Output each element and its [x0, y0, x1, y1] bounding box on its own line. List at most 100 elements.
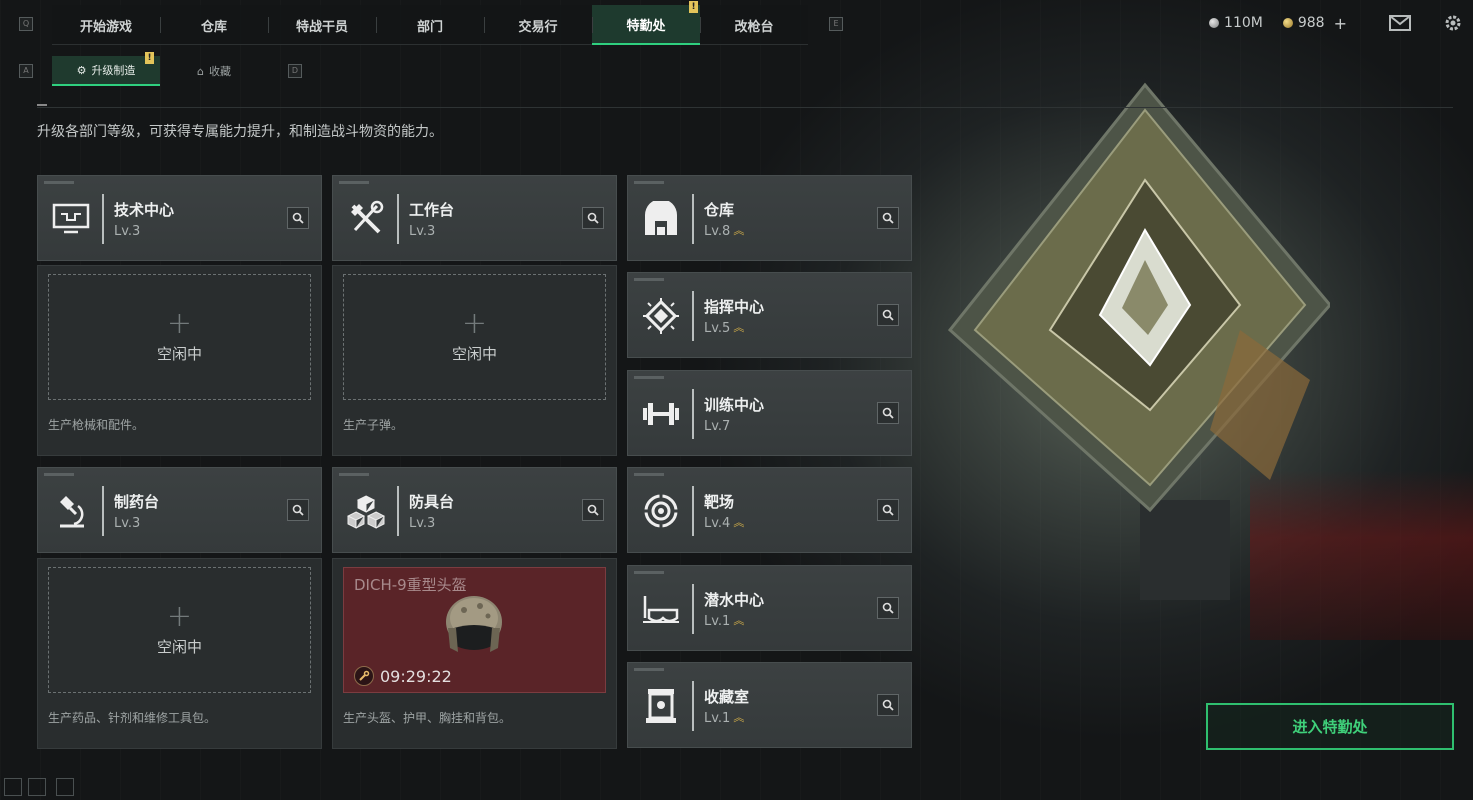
tab-department[interactable]: 部门	[376, 5, 484, 45]
gold-amount: 988	[1297, 15, 1325, 31]
dept-level-text: Lv.1	[704, 614, 731, 629]
dept-level-text: Lv.7	[704, 419, 731, 434]
dept-level-text: Lv.1	[704, 711, 731, 726]
dept-level-text: Lv.3	[409, 516, 436, 531]
dept-name: 收藏室	[704, 688, 750, 706]
bottom-square-1	[4, 778, 22, 796]
add-gold-button[interactable]: +	[1334, 14, 1347, 33]
silver-amount: 110M	[1224, 15, 1263, 31]
key-hint-e: E	[829, 17, 843, 31]
dept-name: 工作台	[409, 201, 455, 219]
production-desc: 生产枪械和配件。	[48, 418, 145, 432]
dept-card-warehouse[interactable]: 仓库 Lv.8 ︽	[627, 175, 912, 261]
tab-warehouse[interactable]: 仓库	[160, 5, 268, 45]
top-right-bar: 110M 988 +	[1209, 8, 1473, 38]
card-tag	[634, 376, 664, 379]
search-icon[interactable]	[877, 499, 899, 521]
sub-nav: ⚙ 升级制造 ! ⌂ 收藏	[52, 52, 268, 86]
target-icon	[640, 490, 682, 532]
idle-label: 空闲中	[451, 344, 497, 363]
subtab-label: 升级制造	[91, 64, 136, 77]
dept-name: 指挥中心	[704, 298, 765, 316]
idle-slot[interactable]: + 空闲中	[48, 567, 311, 693]
tab-label: 开始游戏	[79, 19, 132, 35]
card-separator	[102, 486, 104, 536]
plus-icon: +	[166, 598, 193, 634]
tools-icon	[345, 198, 387, 240]
upgrade-available-icon: ︽	[733, 223, 745, 237]
tab-label: 特勤处	[626, 18, 666, 34]
tab-start-game[interactable]: 开始游戏	[52, 5, 160, 45]
card-tag	[339, 181, 369, 184]
upgrade-available-icon: ︽	[733, 515, 745, 529]
diving-mask-icon	[640, 588, 682, 630]
settings-gear-icon[interactable]	[1443, 13, 1463, 33]
search-icon[interactable]	[582, 499, 604, 521]
notification-badge: !	[145, 52, 154, 64]
microscope-icon	[50, 490, 92, 532]
production-in-progress[interactable]: DICH-9重型头盔 09:29:22	[343, 567, 606, 693]
upgrade-available-icon: ︽	[733, 320, 745, 334]
plus-icon: +	[461, 305, 488, 341]
display-case-icon	[640, 685, 682, 727]
warehouse-icon	[640, 198, 682, 240]
dept-card-shooting-range[interactable]: 靶场 Lv.4 ︽	[627, 467, 912, 553]
subtab-upgrade-craft[interactable]: ⚙ 升级制造 !	[52, 52, 160, 86]
bottom-square-2	[28, 778, 46, 796]
card-separator	[397, 194, 399, 244]
card-separator	[692, 194, 694, 244]
dept-name: 制药台	[114, 493, 160, 511]
card-tag	[44, 473, 74, 476]
tab-gunsmith[interactable]: 改枪台	[700, 5, 808, 45]
divider-mark	[37, 104, 47, 106]
dept-level-text: Lv.3	[114, 516, 141, 531]
dept-card-diving-center[interactable]: 潜水中心 Lv.1 ︽	[627, 565, 912, 651]
dept-card-training-center[interactable]: 训练中心 Lv.7	[627, 370, 912, 456]
helmet-image	[446, 596, 502, 652]
tab-operators[interactable]: 特战干员	[268, 5, 376, 45]
key-hint-a: A	[19, 64, 33, 78]
dept-card-workbench[interactable]: 工作台 Lv.3	[332, 175, 617, 261]
dept-level: Lv.8 ︽	[704, 224, 744, 239]
dept-level: Lv.3	[114, 224, 140, 239]
card-tag	[634, 473, 664, 476]
idle-slot[interactable]: + 空闲中	[343, 274, 606, 400]
search-icon[interactable]	[877, 694, 899, 716]
dept-name: 潜水中心	[704, 591, 765, 609]
card-tag	[44, 181, 74, 184]
chip-icon	[640, 295, 682, 337]
dept-card-collection-room[interactable]: 收藏室 Lv.1 ︽	[627, 662, 912, 748]
dept-level-text: Lv.5	[704, 321, 731, 336]
search-icon[interactable]	[582, 207, 604, 229]
search-icon[interactable]	[877, 402, 899, 424]
dept-name: 仓库	[704, 201, 735, 219]
dept-card-tech-center[interactable]: 技术中心 Lv.3	[37, 175, 322, 261]
search-icon[interactable]	[287, 207, 309, 229]
card-separator	[397, 486, 399, 536]
page-description: 升级各部门等级，可获得专属能力提升，和制造战斗物资的能力。	[37, 124, 443, 140]
tab-special-ops[interactable]: 特勤处!	[592, 1, 700, 45]
search-icon[interactable]	[877, 304, 899, 326]
dept-level: Lv.1 ︽	[704, 614, 744, 629]
mail-icon[interactable]	[1389, 15, 1411, 31]
idle-slot[interactable]: + 空闲中	[48, 274, 311, 400]
dept-card-armor-bench[interactable]: 防具台 Lv.3	[332, 467, 617, 553]
subtab-collection[interactable]: ⌂ 收藏	[160, 56, 268, 86]
plus-icon: +	[166, 305, 193, 341]
dept-card-command-center[interactable]: 指挥中心 Lv.5 ︽	[627, 272, 912, 358]
card-separator	[692, 389, 694, 439]
dept-level: Lv.3	[114, 516, 140, 531]
search-icon[interactable]	[287, 499, 309, 521]
tab-trading[interactable]: 交易行	[484, 5, 592, 45]
card-separator	[692, 486, 694, 536]
dept-level: Lv.5 ︽	[704, 321, 744, 336]
enter-special-ops-button[interactable]: 进入特勤处	[1206, 703, 1454, 750]
production-slot-pharmacy: + 空闲中 生产药品、针剂和维修工具包。	[37, 558, 322, 749]
dept-level: Lv.3	[409, 516, 435, 531]
bottom-bar	[0, 776, 1473, 800]
dept-level: Lv.4 ︽	[704, 516, 744, 531]
search-icon[interactable]	[877, 207, 899, 229]
search-icon[interactable]	[877, 597, 899, 619]
dept-card-pharmacy[interactable]: 制药台 Lv.3	[37, 467, 322, 553]
subtab-label: 收藏	[208, 65, 231, 78]
